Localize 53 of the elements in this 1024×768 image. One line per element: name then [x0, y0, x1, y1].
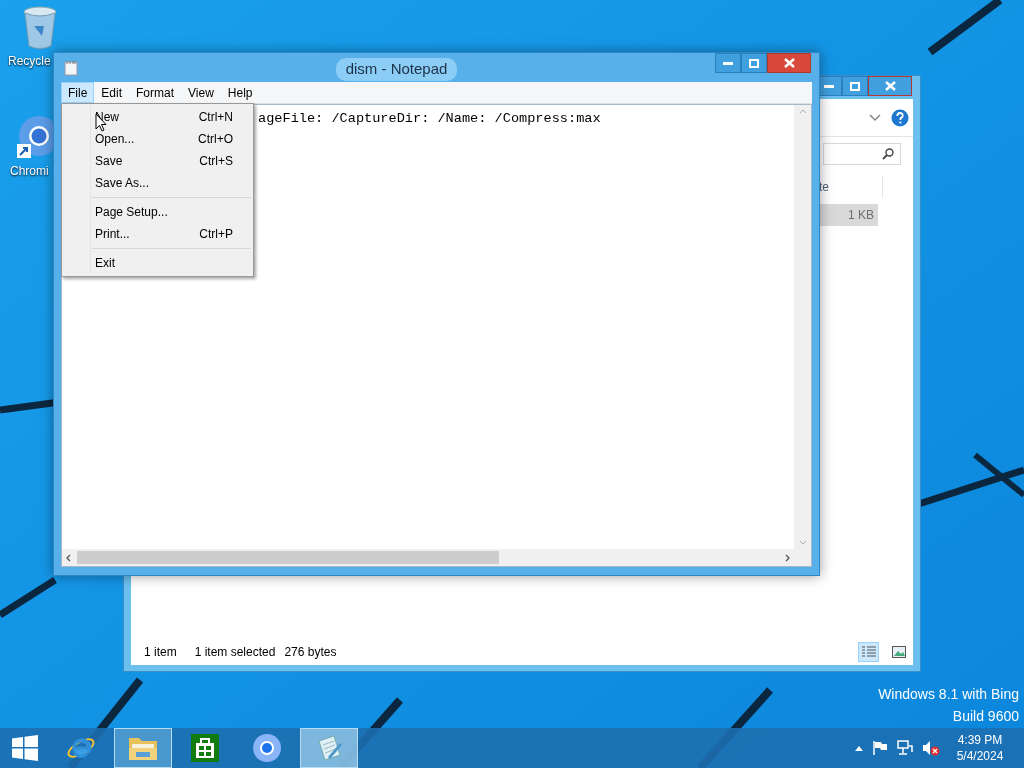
status-text: 276 bytes [284, 644, 337, 661]
menu-option[interactable]: Print... Ctrl+P [62, 223, 253, 245]
menu-option[interactable]: Save Ctrl+S [62, 150, 253, 172]
window-title: dism - Notepad [335, 58, 458, 81]
menu-item[interactable]: View [181, 82, 221, 103]
scroll-right-icon[interactable] [785, 553, 790, 562]
menu-option[interactable]: Page Setup... [62, 201, 253, 223]
maximize-button[interactable] [842, 76, 868, 96]
close-icon [884, 81, 896, 91]
image-icon [891, 646, 906, 658]
search-icon [882, 148, 894, 160]
help-icon[interactable] [891, 108, 909, 127]
status-text: 1 item [144, 644, 177, 661]
chevron-down-icon[interactable] [869, 113, 881, 122]
clock[interactable]: 4:39 PM 5/4/2024 [950, 728, 1010, 768]
close-button[interactable] [868, 76, 912, 96]
minimize-button[interactable] [715, 53, 741, 73]
status-text: 1 item selected [194, 644, 276, 661]
windows-logo-icon [12, 735, 38, 761]
menu-item[interactable]: Format [129, 82, 182, 103]
maximize-icon [850, 81, 860, 91]
menu-item[interactable]: Help [220, 82, 260, 103]
table-cell: 1 KB [818, 204, 878, 226]
close-button[interactable] [767, 53, 811, 73]
close-icon [783, 58, 795, 68]
minimize-icon [723, 61, 733, 65]
show-hidden-icons-icon[interactable] [855, 745, 863, 751]
menu-option[interactable]: Exit [62, 252, 253, 274]
menu-option[interactable]: Save As... [62, 172, 253, 194]
watermark-text: Build 9600 [952, 707, 1019, 726]
network-icon[interactable] [897, 740, 913, 756]
menu-item[interactable]: File [61, 82, 95, 103]
notepad-icon [64, 60, 78, 76]
minimize-icon [824, 84, 834, 88]
chromium-icon [252, 733, 282, 763]
desktop-icon-label: Recycle [8, 53, 51, 70]
list-icon [861, 646, 876, 658]
shopping-bag-icon [190, 733, 220, 763]
maximize-icon [749, 58, 759, 68]
scrollbar-thumb[interactable] [77, 551, 499, 564]
horizontal-scrollbar[interactable] [62, 549, 794, 566]
recycle-bin-icon[interactable] [22, 6, 58, 50]
maximize-button[interactable] [741, 53, 767, 73]
menu-item[interactable]: Edit [94, 82, 130, 103]
scroll-left-icon[interactable] [66, 553, 71, 562]
speaker-icon[interactable] [922, 740, 940, 756]
watermark-text: Windows 8.1 with Bing [878, 685, 1019, 704]
menu-option[interactable]: Open... Ctrl+O [62, 128, 253, 150]
search-field[interactable] [823, 143, 901, 165]
desktop-icon-label: Chromi [10, 163, 49, 180]
flag-icon[interactable] [872, 740, 888, 756]
taskbar-button[interactable] [114, 728, 172, 768]
document-text: ageFile: /CaptureDir: /Name: /Compress:max [258, 111, 601, 126]
